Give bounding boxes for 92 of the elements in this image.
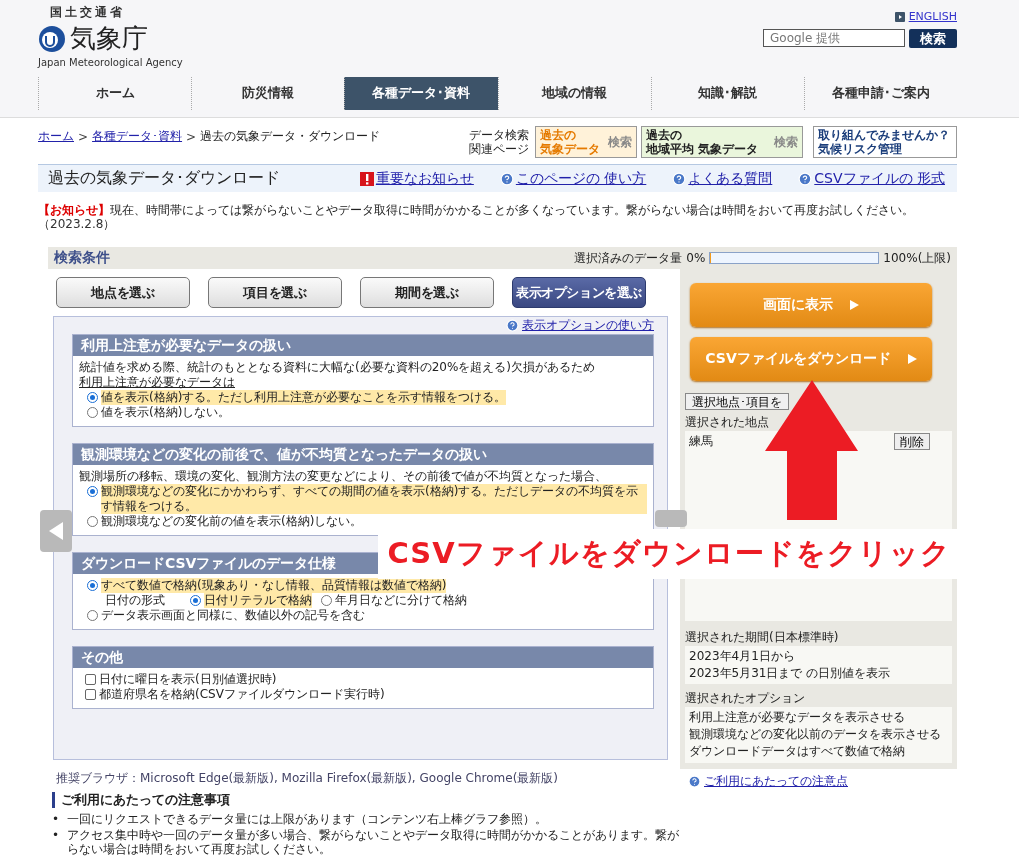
panel-title: 検索条件	[54, 249, 110, 267]
option-label: 値を表示(格納)しない。	[101, 405, 231, 420]
help-icon	[672, 171, 687, 186]
help-link[interactable]: よくある質問	[672, 169, 773, 188]
radio-button[interactable]	[87, 610, 98, 621]
radio-button[interactable]	[190, 595, 201, 606]
nav-tab[interactable]: 各種データ･資料	[344, 76, 498, 110]
nav-tab[interactable]: 各種申請･ご案内	[803, 76, 958, 110]
help-icon	[688, 775, 701, 788]
banner-link[interactable]: 取り組んでみませんか？ 気候リスク管理	[813, 126, 957, 158]
help-link[interactable]: 重要なお知らせ	[359, 169, 474, 188]
note-item: 一回にリクエストできるデータ量には上限があります（コンテンツ右上棒グラフ参照）。	[67, 812, 548, 826]
breadcrumb-separator: >	[78, 129, 89, 144]
notes-heading: ご利用にあたっての注意事項	[52, 792, 957, 808]
breadcrumb-link[interactable]: ホーム	[38, 128, 74, 145]
breadcrumb-link[interactable]: 各種データ･資料	[92, 128, 183, 145]
play-icon	[849, 300, 859, 310]
period-text: 2023年5月31日まで の日別値を表示	[689, 665, 892, 682]
bullet: •	[52, 828, 60, 844]
notice-date: （2023.2.8）	[38, 217, 117, 231]
section-subheading: 利用上注意が必要なデータは	[79, 375, 236, 390]
step-tab[interactable]: 表示オプションを選ぶ	[512, 277, 646, 308]
section-title: その他	[73, 647, 653, 668]
notice-text: 現在、時間帯によっては繋がらないことやデータ取得に時間がかかることが多くなっています。繋がらない場合は時間をおいて再度お試しください。	[110, 203, 914, 217]
step-tab[interactable]: 項目を選ぶ	[208, 277, 342, 308]
step-tab[interactable]: 地点を選ぶ	[56, 277, 190, 308]
nav-tab[interactable]: ホーム	[38, 76, 192, 110]
alert-icon	[359, 171, 374, 186]
radio-button[interactable]	[321, 595, 332, 606]
related-pages-label: データ検索 関連ページ	[469, 128, 529, 156]
browser-note: 推奨ブラウザ：Microsoft Edge(最新版), Mozilla Firefox(最新版), Google Chrome(最新版)	[55, 770, 560, 787]
help-icon	[499, 171, 514, 186]
option-summary: 利用上注意が必要なデータを表示させる	[689, 709, 906, 726]
search-field[interactable]: Google 提供	[763, 29, 905, 47]
station-name: 練馬	[689, 433, 714, 450]
section-title: 利用上注意が必要なデータの扱い	[73, 335, 653, 356]
help-link[interactable]: このページの 使い方	[499, 169, 647, 188]
section-description: 統計値を求める際、統計のもととなる資料に大幅な(必要な資料の20%を超える)欠損があるため	[79, 360, 597, 375]
option-label: 日付の形式	[105, 593, 165, 608]
nav-tab[interactable]: 知識･解説	[650, 76, 804, 110]
radio-button[interactable]	[87, 407, 98, 418]
option-label: 年月日などに分けて格納	[335, 593, 467, 608]
radio-button[interactable]	[87, 516, 98, 527]
radio-button[interactable]	[87, 392, 98, 403]
checkbox[interactable]	[85, 674, 96, 685]
play-icon	[894, 11, 905, 22]
agency-name: 気象庁	[70, 22, 148, 55]
english-link[interactable]: ENGLISH	[894, 10, 957, 23]
stations-label: 選択された地点	[685, 414, 770, 431]
clear-selection-button[interactable]: 選択地点･項目を	[685, 393, 789, 410]
period-text: 2023年4月1日から	[689, 648, 796, 665]
radio-button[interactable]	[87, 486, 98, 497]
banner-link[interactable]: 過去の 地域平均 気象データ 検索	[641, 126, 803, 158]
option-label: 日付リテラルで格納	[204, 593, 312, 608]
option-label: 観測環境などの変化にかかわらず、すべての期間の値を表示(格納)する。ただしデータの不均質を示す情報をつける。	[101, 484, 647, 514]
agency-logo-icon	[38, 24, 66, 53]
section-title: 観測環境などの変化の前後で、値が不均質となったデータの扱い	[73, 444, 653, 465]
breadcrumb-separator: >	[186, 129, 197, 144]
left-triangle-icon	[49, 522, 63, 540]
ministry-name: 国土交通省	[50, 4, 126, 21]
step-tab[interactable]: 期間を選ぶ	[360, 277, 494, 308]
checkbox[interactable]	[85, 689, 96, 700]
option-summary: 観測環境などの変化以前のデータを表示させる	[689, 726, 942, 743]
radio-button[interactable]	[87, 580, 98, 591]
period-label: 選択された期間(日本標準時)	[685, 629, 840, 646]
help-icon	[506, 319, 519, 332]
agency-english-name: Japan Meteorological Agency	[38, 57, 183, 68]
option-label: すべて数値で格納(現象あり・なし情報、品質情報は数値で格納)	[101, 578, 447, 593]
breadcrumb-current: 過去の気象データ・ダウンロード	[200, 128, 381, 145]
option-label: 値を表示(格納)する。ただし利用上注意が必要なことを示す情報をつける。	[101, 390, 507, 405]
option-label: 観測環境などの変化前の値を表示(格納)しない。	[101, 514, 363, 529]
search-button[interactable]: 検索	[909, 29, 957, 48]
help-link[interactable]: 表示オプションの使い方	[506, 317, 654, 334]
help-link[interactable]: CSVファイルの 形式	[798, 169, 945, 188]
delete-button[interactable]: 削除	[894, 433, 930, 450]
option-summary: ダウンロードデータはすべて数値で格納	[689, 743, 906, 760]
callout-text: CSVファイルをダウンロードをクリック	[378, 529, 960, 579]
help-icon	[798, 171, 813, 186]
option-label: 都道府県名を格納(CSVファイルダウンロード実行時)	[99, 687, 385, 702]
quota-max: 100%(上限)	[883, 249, 951, 267]
page-title: 過去の気象データ･ダウンロード	[48, 168, 280, 189]
play-icon	[906, 354, 917, 364]
notice-tag: 【お知らせ】	[38, 203, 110, 217]
bullet: •	[52, 812, 60, 826]
options-label: 選択されたオプション	[685, 690, 806, 707]
notes-link[interactable]: ご利用にあたっての注意点	[688, 773, 848, 790]
option-label: 日付に曜日を表示(日別値選択時)	[99, 672, 277, 687]
quota-label: 選択済みのデータ量 0%	[574, 249, 706, 267]
note-item: アクセス集中時や一回のデータ量が多い場合、繋がらないことやデータ取得に時間がかかることがあります。繋がらない場合は時間をおいて再度お試しください。	[67, 828, 681, 856]
nav-tab[interactable]: 地域の情報	[497, 76, 651, 110]
section-description: 観測場所の移転、環境の変化、観測方法の変更などにより、その前後で値が不均質となった場合、	[79, 469, 608, 484]
option-label: データ表示画面と同様に、数値以外の記号を含む	[101, 608, 365, 623]
